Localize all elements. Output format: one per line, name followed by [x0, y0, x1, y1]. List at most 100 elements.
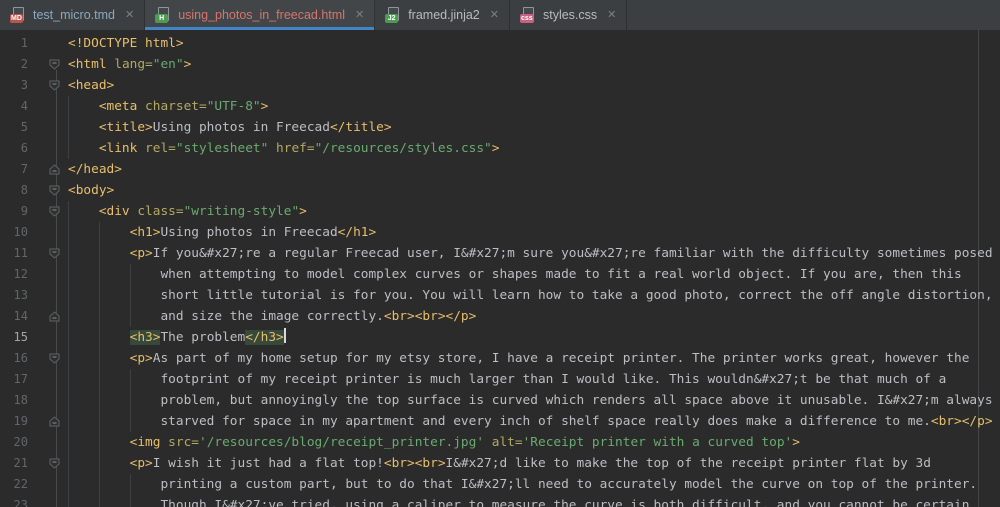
text-caret — [283, 328, 286, 343]
code-text: <html lang="en"> — [68, 57, 192, 72]
code-text: <body> — [68, 183, 115, 198]
file-type-icon: css — [519, 7, 536, 23]
line-number: 7 — [20, 162, 28, 176]
code-line: 11 <p>If you&#x27;re a regular Freecad u… — [0, 243, 1000, 264]
line-number: 2 — [20, 57, 28, 71]
tab-using_photos_in_freecad.html[interactable]: Husing_photos_in_freecad.html ✕ — [145, 0, 376, 30]
line-number: 14 — [13, 309, 28, 323]
tab-close-icon[interactable]: ✕ — [607, 9, 616, 21]
code-text: </head> — [68, 162, 122, 177]
code-line: 20 <img src='/resources/blog/receipt_pri… — [0, 432, 1000, 453]
code-line: 19 starved for space in my apartment and… — [0, 411, 1000, 432]
fold-column — [46, 474, 68, 495]
code-line: 10 <h1>Using photos in Freecad</h1> — [0, 222, 1000, 243]
line-number: 20 — [13, 435, 28, 449]
fold-down-icon[interactable] — [46, 453, 68, 474]
editor[interactable]: 1 <!DOCTYPE html> 2 <html lang="en"> 3 <head>… — [0, 30, 1000, 507]
code-text: when attempting to model complex curves … — [68, 267, 962, 282]
code-line: 13 short little tutorial is for you. You… — [0, 285, 1000, 306]
file-type-icon: H — [155, 7, 171, 23]
active-tab-underline — [145, 27, 375, 30]
fold-down-icon[interactable] — [46, 243, 68, 264]
line-number: 4 — [20, 99, 28, 113]
code-text: <p>As part of my home setup for my etsy … — [68, 351, 970, 366]
tab-label: test_micro.tmd — [33, 8, 115, 22]
tab-framed.jinja2[interactable]: J2 framed.jinja2 ✕ — [375, 0, 510, 30]
ide-window: MD test_micro.tmd ✕ Husing_photos_in_freeca… — [0, 0, 1000, 507]
fold-column — [46, 432, 68, 453]
fold-down-icon[interactable] — [46, 201, 68, 222]
tab-label: styles.css — [542, 8, 598, 22]
line-number: 22 — [13, 477, 28, 491]
fold-column — [46, 117, 68, 138]
fold-column — [46, 96, 68, 117]
line-number: 1 — [20, 36, 28, 50]
fold-column — [46, 327, 68, 348]
code-text: <h3>The problem</h3> — [129, 328, 286, 345]
fold-column — [46, 390, 68, 411]
fold-up-icon[interactable] — [46, 159, 68, 180]
code-area[interactable]: 1 <!DOCTYPE html> 2 <html lang="en"> 3 <head>… — [0, 30, 1000, 507]
line-number: 11 — [13, 246, 28, 260]
fold-down-icon[interactable] — [46, 348, 68, 369]
code-line: 8 <body> — [0, 180, 1000, 201]
code-line: 18 problem, but annoyingly the top surfa… — [0, 390, 1000, 411]
line-number: 23 — [13, 498, 28, 507]
file-type-badge: MD — [10, 14, 23, 23]
code-line: 17 footprint of my receipt printer is mu… — [0, 369, 1000, 390]
fold-down-icon[interactable] — [46, 54, 68, 75]
code-text: <meta charset="UTF-8"> — [68, 99, 269, 114]
code-line: 14 and size the image correctly.<br><br>… — [0, 306, 1000, 327]
code-line: 2 <html lang="en"> — [0, 54, 1000, 75]
line-number: 3 — [20, 78, 28, 92]
code-text: <head> — [68, 78, 115, 93]
tab-close-icon[interactable]: ✕ — [355, 9, 364, 21]
file-type-badge: J2 — [385, 14, 399, 23]
tab-test_micro.tmd[interactable]: MD test_micro.tmd ✕ — [0, 0, 146, 30]
code-text: <title>Using photos in Freecad</title> — [68, 120, 392, 135]
file-type-badge: css — [519, 14, 534, 23]
fold-column — [46, 495, 68, 507]
fold-down-icon[interactable] — [46, 180, 68, 201]
code-text: <p>If you&#x27;re a regular Freecad user… — [68, 246, 993, 261]
fold-column — [46, 285, 68, 306]
code-text: problem, but annoyingly the top surface … — [68, 393, 993, 408]
line-number: 18 — [13, 393, 28, 407]
tab-close-icon[interactable]: ✕ — [490, 9, 499, 21]
tab-close-icon[interactable]: ✕ — [125, 9, 134, 21]
fold-column — [46, 222, 68, 243]
code-line: 12 when attempting to model complex curv… — [0, 264, 1000, 285]
code-text: footprint of my receipt printer is much … — [68, 372, 947, 387]
code-line: 3 <head> — [0, 75, 1000, 96]
code-text: Though I&#x27;ve tried, using a caliper … — [68, 498, 970, 507]
fold-column — [46, 138, 68, 159]
fold-column — [46, 264, 68, 285]
line-number: 16 — [13, 351, 28, 365]
line-number: 10 — [13, 225, 28, 239]
fold-up-icon[interactable] — [46, 306, 68, 327]
code-text: <h1>Using photos in Freecad</h1> — [68, 225, 377, 240]
code-text: and size the image correctly.<br><br></p… — [68, 309, 477, 324]
line-number: 19 — [13, 414, 28, 428]
code-text: <!DOCTYPE html> — [68, 36, 184, 51]
code-line: 7 </head> — [0, 159, 1000, 180]
tab-styles.css[interactable]: css styles.css ✕ — [510, 0, 628, 30]
code-text: <p>I wish it just had a flat top!<br><br… — [68, 456, 931, 471]
fold-up-icon[interactable] — [46, 411, 68, 432]
line-number: 15 — [13, 330, 28, 344]
code-line: 16 <p>As part of my home setup for my et… — [0, 348, 1000, 369]
code-line: 21 <p>I wish it just had a flat top!<br>… — [0, 453, 1000, 474]
code-text: short little tutorial is for you. You wi… — [68, 288, 993, 303]
fold-down-icon[interactable] — [46, 75, 68, 96]
fold-column — [46, 369, 68, 390]
file-type-icon: MD — [10, 7, 26, 23]
tab-label: using_photos_in_freecad.html — [178, 8, 345, 22]
line-number: 12 — [13, 267, 28, 281]
line-number: 6 — [20, 141, 28, 155]
fold-column — [46, 33, 68, 54]
line-number: 21 — [13, 456, 28, 470]
code-line: 15 <h3>The problem</h3> — [0, 327, 1000, 348]
file-type-icon: J2 — [385, 7, 401, 23]
code-text: <img src='/resources/blog/receipt_printe… — [68, 435, 800, 450]
code-text: starved for space in my apartment and ev… — [68, 414, 993, 429]
